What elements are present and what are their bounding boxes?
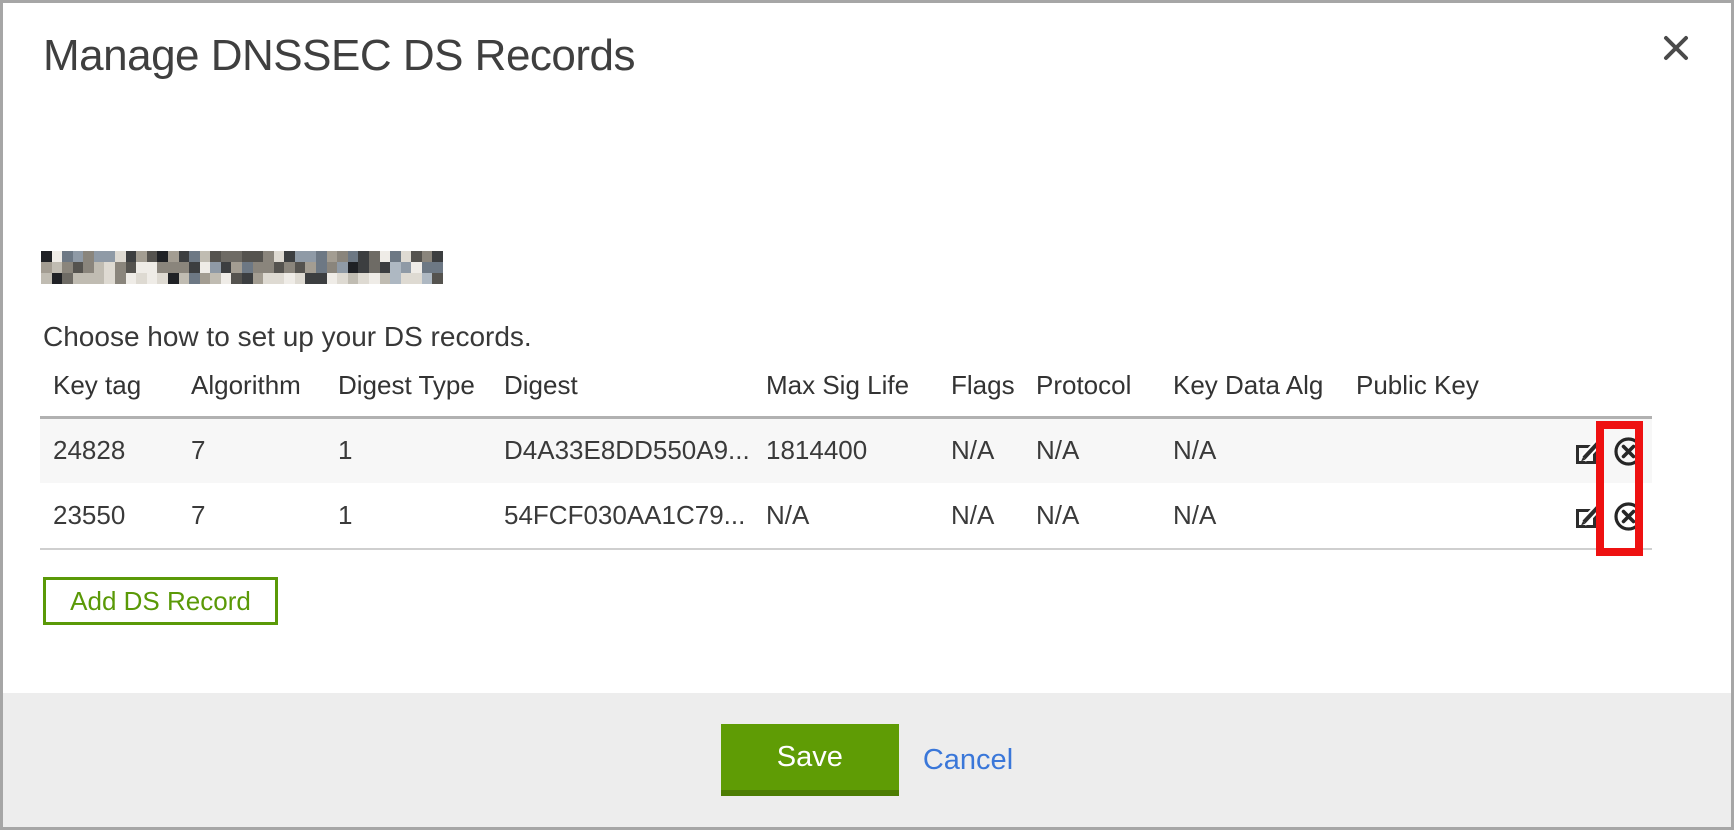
cell-digest-type: 1 bbox=[325, 483, 491, 549]
cancel-link[interactable]: Cancel bbox=[923, 744, 1013, 777]
cell-key-tag: 23550 bbox=[40, 483, 178, 549]
edit-record-button[interactable] bbox=[1572, 502, 1604, 530]
col-header-actions bbox=[1493, 359, 1652, 417]
col-header-protocol: Protocol bbox=[1023, 359, 1160, 417]
table-row: 23550 7 1 54FCF030AA1C79... N/A N/A N/A … bbox=[40, 483, 1652, 549]
row-actions bbox=[1493, 417, 1652, 483]
close-icon bbox=[1661, 33, 1691, 63]
modal-footer: Save Cancel bbox=[3, 693, 1731, 827]
delete-record-button[interactable] bbox=[1611, 501, 1646, 532]
col-header-flags: Flags bbox=[938, 359, 1023, 417]
delete-circle-x-icon bbox=[1613, 436, 1644, 467]
save-button[interactable]: Save bbox=[721, 724, 899, 796]
cell-flags: N/A bbox=[938, 483, 1023, 549]
cell-digest: D4A33E8DD550A9... bbox=[491, 417, 753, 483]
col-header-max-sig-life: Max Sig Life bbox=[753, 359, 938, 417]
edit-pencil-icon bbox=[1574, 502, 1602, 530]
cell-digest-type: 1 bbox=[325, 417, 491, 483]
cell-key-data-alg: N/A bbox=[1160, 417, 1343, 483]
cell-algorithm: 7 bbox=[178, 483, 325, 549]
col-header-key-tag: Key tag bbox=[40, 359, 178, 417]
col-header-digest: Digest bbox=[491, 359, 753, 417]
row-actions bbox=[1493, 483, 1652, 549]
delete-circle-x-icon bbox=[1613, 501, 1644, 532]
domain-name-redacted bbox=[41, 251, 443, 284]
cell-max-sig-life: N/A bbox=[753, 483, 938, 549]
cell-max-sig-life: 1814400 bbox=[753, 417, 938, 483]
col-header-digest-type: Digest Type bbox=[325, 359, 491, 417]
instruction-text: Choose how to set up your DS records. bbox=[43, 321, 532, 353]
col-header-algorithm: Algorithm bbox=[178, 359, 325, 417]
edit-record-button[interactable] bbox=[1572, 438, 1604, 466]
cell-protocol: N/A bbox=[1023, 483, 1160, 549]
close-button[interactable] bbox=[1655, 27, 1697, 69]
cell-public-key bbox=[1343, 417, 1493, 483]
cell-public-key bbox=[1343, 483, 1493, 549]
manage-dnssec-modal: Manage DNSSEC DS Records Choose how to s… bbox=[0, 0, 1734, 830]
cell-digest: 54FCF030AA1C79... bbox=[491, 483, 753, 549]
col-header-public-key: Public Key bbox=[1343, 359, 1493, 417]
cell-algorithm: 7 bbox=[178, 417, 325, 483]
delete-record-button[interactable] bbox=[1611, 436, 1646, 467]
cell-flags: N/A bbox=[938, 417, 1023, 483]
page-title: Manage DNSSEC DS Records bbox=[43, 31, 635, 81]
ds-records-table: Key tag Algorithm Digest Type Digest Max… bbox=[40, 359, 1652, 550]
cell-protocol: N/A bbox=[1023, 417, 1160, 483]
cell-key-data-alg: N/A bbox=[1160, 483, 1343, 549]
table-row: 24828 7 1 D4A33E8DD550A9... 1814400 N/A … bbox=[40, 417, 1652, 483]
add-ds-record-button[interactable]: Add DS Record bbox=[43, 577, 278, 625]
table-header-row: Key tag Algorithm Digest Type Digest Max… bbox=[40, 359, 1652, 417]
edit-pencil-icon bbox=[1574, 438, 1602, 466]
cell-key-tag: 24828 bbox=[40, 417, 178, 483]
col-header-key-data-alg: Key Data Alg bbox=[1160, 359, 1343, 417]
